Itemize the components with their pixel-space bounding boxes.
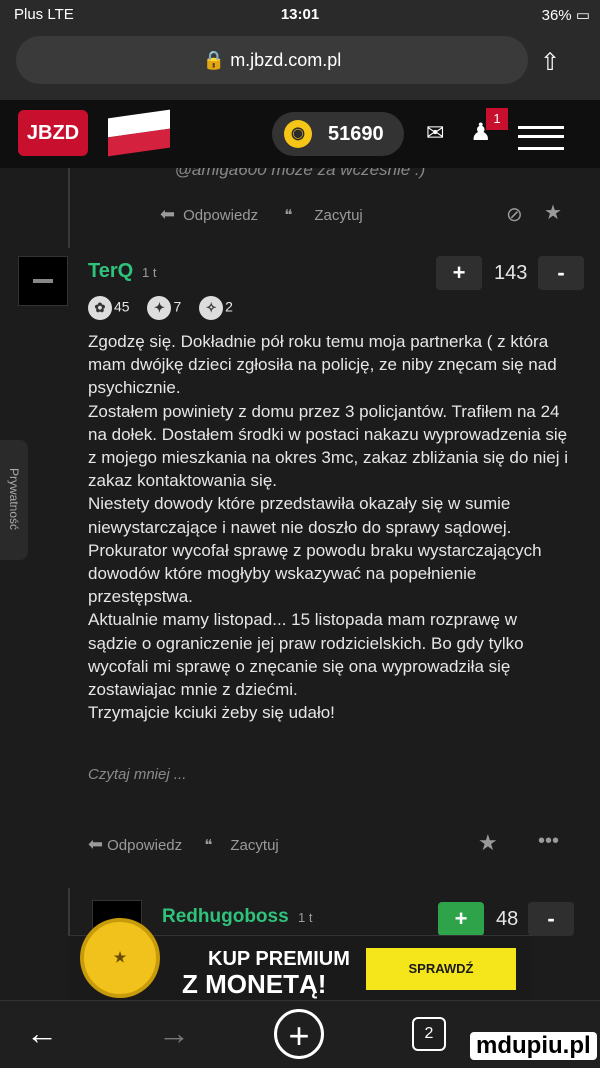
badge-item: ✦ 7 [147, 296, 181, 320]
comments-section: @amiga600 może za wcześnie :) ⬅ Odpowiedz… [0, 168, 600, 1000]
star-icon[interactable]: ★ [544, 200, 562, 225]
comment-score: 143 [494, 262, 528, 284]
coins-value: 51690 [328, 123, 384, 145]
clock: 13:01 [280, 6, 320, 23]
badge-count: 45 [114, 298, 130, 315]
badge-icon: ✦ [147, 296, 172, 320]
read-less-link[interactable]: Czytaj mniej ... [88, 766, 186, 783]
new-tab-icon[interactable]: + [274, 1009, 324, 1059]
site-header: JBZD ◉ 51690 ✉ ♟ 1 [0, 100, 600, 168]
reply-arrow-icon: ⬅ [160, 204, 176, 224]
watermark: mdupiu.pl [470, 1032, 597, 1060]
comment-body: Zgodzę się. Dokładnie pół roku temu moja… [88, 332, 569, 723]
premium-banner[interactable]: ★ KUP PREMIUM Z MONETĄ! SPRAWDŹ [68, 918, 532, 1002]
url-text: m.jbzd.com.pl [230, 50, 342, 70]
quote-link[interactable]: Zacytuj [230, 837, 278, 854]
status-bar: Plus LTE 13:01 36% ▭ [0, 0, 600, 30]
avatar[interactable] [18, 256, 68, 306]
more-options-icon[interactable]: ••• [538, 830, 559, 853]
reply-link[interactable]: Odpowiedz [107, 837, 182, 854]
comment-author[interactable]: TerQ [88, 260, 133, 283]
badge-item: ✿ 45 [88, 296, 130, 320]
back-arrow-icon[interactable]: ← [26, 1015, 58, 1052]
upvote-button[interactable]: + [436, 256, 482, 290]
privacy-label: Prywatność [7, 467, 21, 531]
coin-icon: ★ [80, 918, 160, 998]
tabs-button[interactable]: 2 [412, 1017, 446, 1051]
quote-link[interactable]: Zacytuj [314, 207, 362, 224]
badge-item: ✧ 2 [199, 296, 233, 320]
comment-age: 1 t [298, 910, 313, 925]
mail-icon[interactable]: ✉ [426, 120, 444, 146]
quote-icon: ❝ [284, 207, 293, 224]
poland-flag-icon [108, 109, 170, 157]
thread-line [68, 168, 70, 248]
downvote-button[interactable]: - [528, 902, 574, 936]
comment-age: 1 t [142, 265, 157, 280]
badge-icon: ✧ [199, 296, 224, 320]
banner-line1: KUP PREMIUM [208, 948, 350, 970]
privacy-tab[interactable]: Prywatność [0, 440, 28, 560]
downvote-button[interactable]: - [538, 256, 584, 290]
coins-counter[interactable]: ◉ 51690 [272, 112, 404, 156]
hide-icon[interactable]: ⊘ [506, 202, 523, 227]
user-badges: ✿ 45 ✦ 7 ✧ 2 [88, 296, 247, 320]
forward-arrow-icon[interactable]: → [158, 1015, 190, 1052]
reply-arrow-icon: ⬅ [88, 834, 104, 854]
comment-actions: ⬅ Odpowiedz ❝ Zacytuj [88, 834, 297, 855]
comment-author[interactable]: Redhugoboss [162, 906, 289, 928]
url-field[interactable]: 🔒 m.jbzd.com.pl [16, 36, 528, 84]
share-icon[interactable]: ⇧ [536, 48, 564, 76]
hamburger-menu-icon[interactable] [518, 126, 564, 150]
coin-icon: ◉ [284, 120, 312, 148]
notification-badge: 1 [486, 108, 508, 130]
banner-line2: Z MONETĄ! [182, 969, 327, 999]
previous-comment-text: @amiga600 może za wcześnie :) [174, 168, 426, 179]
battery-indicator: 36% ▭ [541, 7, 590, 24]
lock-icon: 🔒 [202, 50, 226, 70]
reply-link[interactable]: Odpowiedz [183, 207, 258, 224]
quote-icon: ❝ [204, 837, 213, 854]
upvote-button[interactable]: + [438, 902, 484, 936]
site-logo[interactable]: JBZD [18, 110, 88, 156]
badge-count: 2 [225, 298, 233, 315]
previous-comment-actions: ⬅ Odpowiedz ❝ Zacytuj [160, 204, 385, 225]
comment-score: 48 [496, 908, 519, 930]
badge-icon: ✿ [88, 296, 112, 320]
check-button[interactable]: SPRAWDŹ [366, 948, 516, 990]
battery-percent: 36% [541, 7, 572, 24]
star-icon[interactable]: ★ [478, 830, 498, 856]
browser-url-bar: 🔒 m.jbzd.com.pl ⇧ [0, 30, 600, 100]
badge-count: 7 [173, 298, 182, 315]
